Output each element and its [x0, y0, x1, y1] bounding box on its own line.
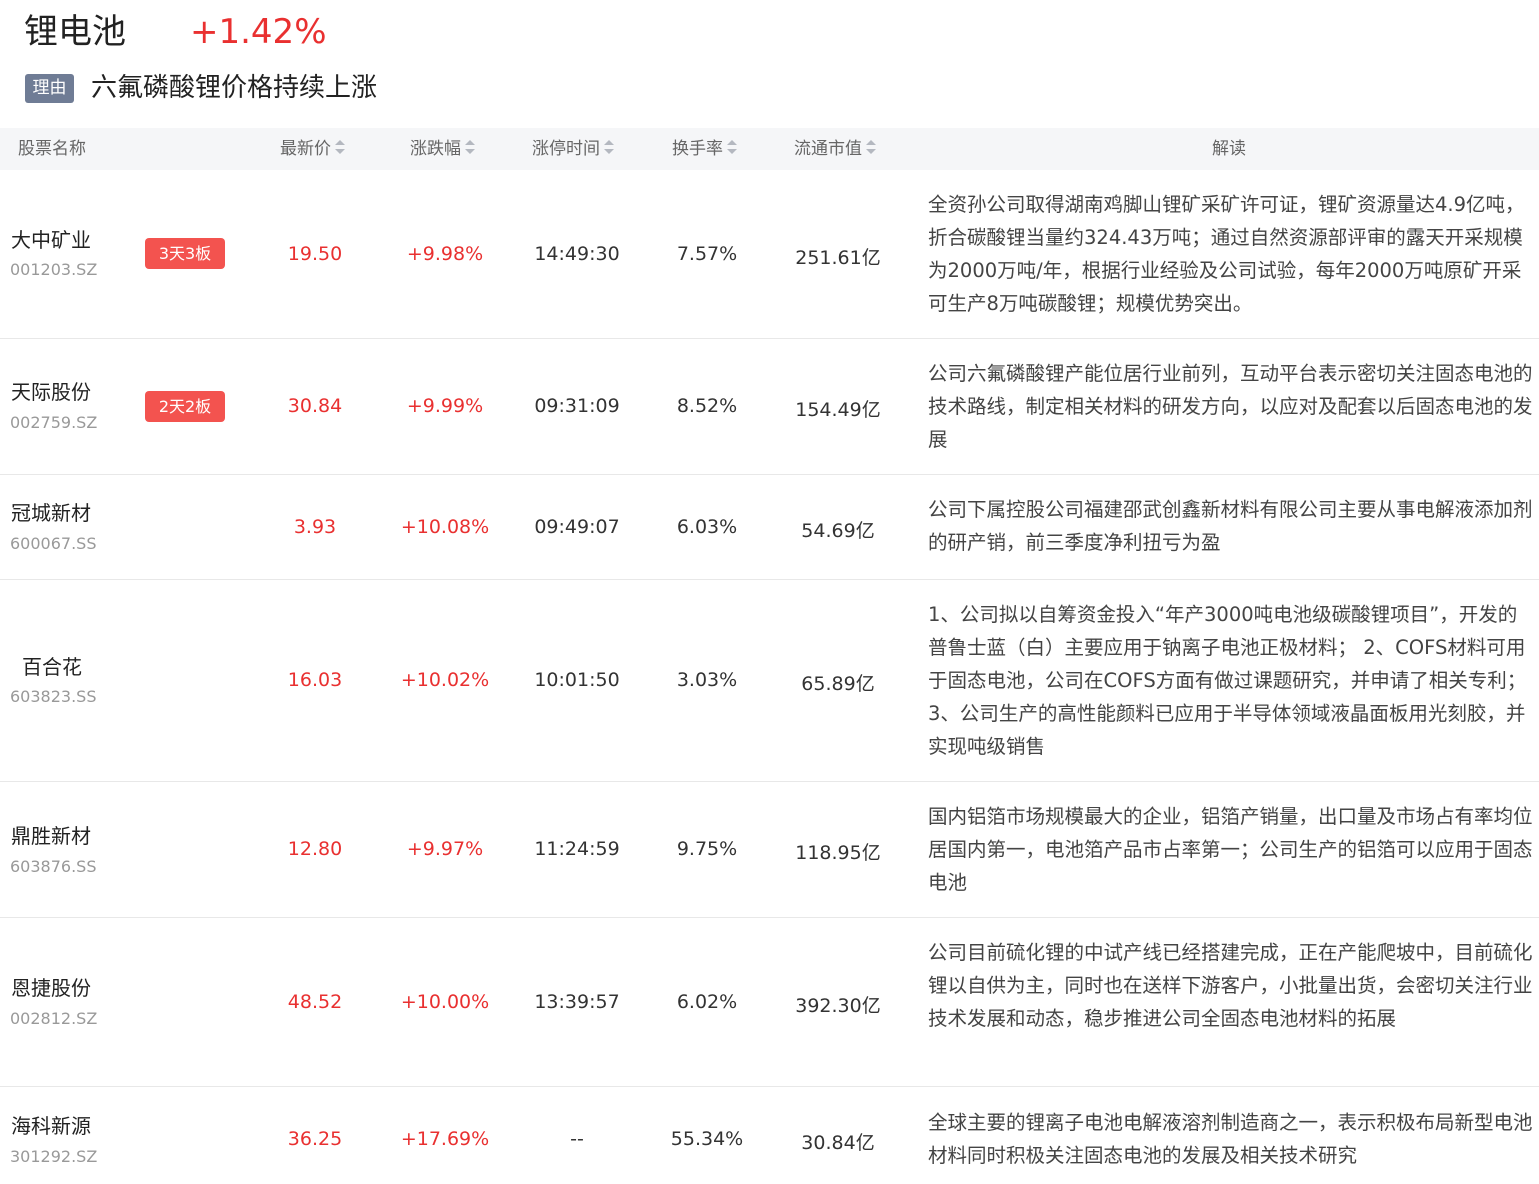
price-change: +9.98%: [406, 243, 484, 265]
analysis-text: 1、公司拟以自筹资金投入“年产3000吨电池级碳酸锂项目”，开发的普鲁士蓝（白）…: [928, 603, 1527, 758]
column-header-name: 股票名称: [18, 139, 86, 159]
column-header-analysis: 解读: [1212, 139, 1246, 159]
column-header-turnover[interactable]: 换手率: [672, 128, 738, 170]
stock-name[interactable]: 天际股份: [11, 376, 91, 405]
latest-price: 30.84: [287, 395, 343, 417]
latest-price: 3.93: [293, 516, 337, 538]
table-header: 股票名称 最新价 涨跌幅 涨停时间 换手率 流通市值 解读: [0, 128, 1539, 170]
sort-icon[interactable]: [464, 138, 476, 156]
limit-up-time: 09:49:07: [534, 516, 620, 538]
market-cap: 392.30亿: [795, 995, 881, 1017]
table-row[interactable]: 冠城新材 600067.SS 3.93 +10.08% 09:49:07 6.0…: [0, 475, 1539, 580]
stock-name[interactable]: 冠城新材: [11, 497, 91, 526]
sort-icon[interactable]: [334, 138, 346, 156]
table-row[interactable]: 恩捷股份 002812.SZ 48.52 +10.00% 13:39:57 6.…: [0, 918, 1539, 1087]
market-cap: 30.84亿: [801, 1132, 875, 1154]
market-cap: 251.61亿: [795, 247, 881, 269]
sort-icon[interactable]: [865, 138, 877, 156]
price-change: +17.69%: [400, 1128, 490, 1150]
turnover-rate: 6.03%: [676, 516, 738, 538]
market-cap: 154.49亿: [795, 399, 881, 421]
table-row[interactable]: 海科新源 301292.SZ 36.25 +17.69% -- 55.34% 3…: [0, 1087, 1539, 1184]
limit-up-time: 09:31:09: [534, 395, 620, 417]
table-row[interactable]: 大中矿业 001203.SZ 3天3板 19.50 +9.98% 14:49:3…: [0, 170, 1539, 339]
turnover-rate: 7.57%: [676, 243, 738, 265]
market-cap: 65.89亿: [801, 673, 875, 695]
stock-code: 603823.SS: [10, 687, 97, 706]
latest-price: 36.25: [287, 1128, 343, 1150]
turnover-rate: 55.34%: [670, 1128, 744, 1150]
latest-price: 16.03: [287, 669, 343, 691]
table-row[interactable]: 百合花 603823.SS 16.03 +10.02% 10:01:50 3.0…: [0, 580, 1539, 782]
sort-icon[interactable]: [726, 138, 738, 156]
analysis-text: 公司下属控股公司福建邵武创鑫新材料有限公司主要从事电解液添加剂的研产销，前三季度…: [928, 498, 1533, 554]
turnover-rate: 9.75%: [676, 838, 738, 860]
limit-up-time: --: [570, 1128, 584, 1150]
stock-code: 301292.SZ: [10, 1147, 98, 1166]
stock-name[interactable]: 海科新源: [11, 1110, 91, 1139]
stock-name[interactable]: 大中矿业: [11, 224, 91, 253]
analysis-text: 全资孙公司取得湖南鸡脚山锂矿采矿许可证，锂矿资源量达4.9亿吨，折合碳酸锂当量约…: [928, 193, 1525, 315]
sort-icon[interactable]: [603, 138, 615, 156]
column-header-market-cap[interactable]: 流通市值: [794, 128, 877, 170]
table-row[interactable]: 天际股份 002759.SZ 2天2板 30.84 +9.99% 09:31:0…: [0, 339, 1539, 475]
price-change: +9.97%: [406, 838, 484, 860]
sector-name: 锂电池: [24, 12, 126, 52]
latest-price: 48.52: [287, 991, 343, 1013]
analysis-text: 公司六氟磷酸锂产能位居行业前列，互动平台表示密切关注固态电池的技术路线，制定相关…: [928, 362, 1533, 451]
column-header-price[interactable]: 最新价: [280, 128, 346, 170]
stock-name[interactable]: 百合花: [22, 651, 82, 680]
analysis-text: 全球主要的锂离子电池电解液溶剂制造商之一，表示积极布局新型电池材料同时积极关注固…: [928, 1111, 1533, 1167]
reason-text: 六氟磷酸锂价格持续上涨: [91, 73, 378, 103]
price-change: +9.99%: [406, 395, 484, 417]
reason-tag: 理由: [25, 74, 74, 103]
price-change: +10.08%: [400, 516, 490, 538]
limit-up-time: 13:39:57: [534, 991, 620, 1013]
turnover-rate: 8.52%: [676, 395, 738, 417]
analysis-text: 公司目前硫化锂的中试产线已经搭建完成，正在产能爬坡中，目前硫化锂以自供为主，同时…: [928, 941, 1533, 1030]
limit-streak-badge: 2天2板: [145, 391, 225, 422]
analysis-text: 国内铝箔市场规模最大的企业，铝箔产销量，出口量及市场占有率均位居国内第一，电池箔…: [928, 805, 1533, 894]
table-row[interactable]: 鼎胜新材 603876.SS 12.80 +9.97% 11:24:59 9.7…: [0, 782, 1539, 918]
sector-change: +1.42%: [190, 12, 327, 52]
market-cap: 54.69亿: [801, 520, 875, 542]
stock-code: 603876.SS: [10, 857, 97, 876]
stock-code: 001203.SZ: [10, 260, 98, 279]
latest-price: 12.80: [287, 838, 343, 860]
stock-code: 002812.SZ: [10, 1009, 98, 1028]
limit-up-time: 10:01:50: [534, 669, 620, 691]
limit-up-time: 11:24:59: [534, 838, 620, 860]
stock-name[interactable]: 恩捷股份: [11, 972, 91, 1001]
column-header-change[interactable]: 涨跌幅: [410, 128, 476, 170]
market-cap: 118.95亿: [795, 842, 881, 864]
sector-header: 锂电池 +1.42% 理由 六氟磷酸锂价格持续上涨: [0, 0, 1539, 128]
limit-up-time: 14:49:30: [534, 243, 620, 265]
stock-code: 002759.SZ: [10, 413, 98, 432]
price-change: +10.02%: [400, 669, 490, 691]
latest-price: 19.50: [287, 243, 343, 265]
column-header-limit-time[interactable]: 涨停时间: [532, 128, 615, 170]
turnover-rate: 6.02%: [676, 991, 738, 1013]
price-change: +10.00%: [400, 991, 490, 1013]
stock-code: 600067.SS: [10, 534, 97, 553]
turnover-rate: 3.03%: [676, 669, 738, 691]
limit-streak-badge: 3天3板: [145, 238, 225, 269]
stock-name[interactable]: 鼎胜新材: [11, 820, 91, 849]
